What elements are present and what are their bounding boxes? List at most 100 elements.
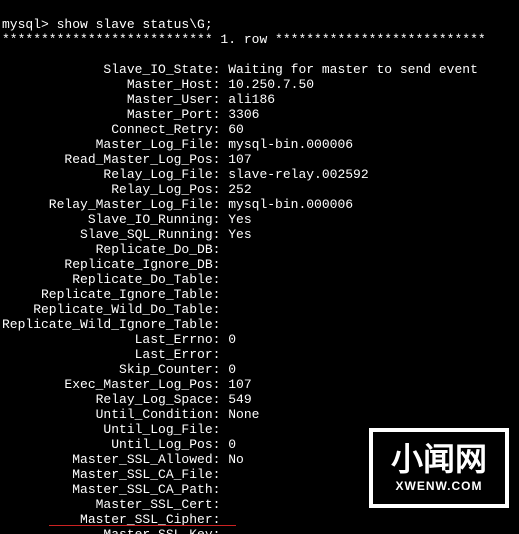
- status-row: Slave_IO_State: Waiting for master to se…: [2, 62, 517, 77]
- field-label: Replicate_Do_Table: [2, 272, 213, 287]
- field-label: Master_User: [2, 92, 213, 107]
- field-label: Last_Errno: [2, 332, 213, 347]
- field-separator: :: [213, 272, 229, 287]
- field-value: 3306: [228, 107, 259, 122]
- field-separator: :: [213, 452, 229, 467]
- field-label: Slave_IO_Running: [2, 212, 213, 227]
- field-separator: :: [213, 332, 229, 347]
- field-label: Replicate_Do_DB: [2, 242, 213, 257]
- field-separator: :: [213, 302, 229, 317]
- status-row: Master_Host: 10.250.7.50: [2, 77, 517, 92]
- row-header: *************************** 1. row *****…: [2, 32, 517, 47]
- field-separator: :: [213, 62, 229, 77]
- status-row: Connect_Retry: 60: [2, 122, 517, 137]
- field-label: Master_Port: [2, 107, 213, 122]
- field-value: 0: [228, 362, 236, 377]
- status-row: Master_Port: 3306: [2, 107, 517, 122]
- status-row: Exec_Master_Log_Pos: 107: [2, 377, 517, 392]
- field-label: Relay_Master_Log_File: [2, 197, 213, 212]
- field-value: 0: [228, 332, 236, 347]
- highlight-underline: [49, 525, 236, 526]
- field-label: Relay_Log_Space: [2, 392, 213, 407]
- status-row: Skip_Counter: 0: [2, 362, 517, 377]
- field-label: Master_SSL_CA_Path: [2, 482, 213, 497]
- field-value: slave-relay.002592: [228, 167, 368, 182]
- field-separator: :: [213, 77, 229, 92]
- field-label: Master_Log_File: [2, 137, 213, 152]
- field-value: 252: [228, 182, 251, 197]
- field-value: Yes: [228, 212, 251, 227]
- field-separator: :: [213, 242, 229, 257]
- status-row: Replicate_Wild_Do_Table:: [2, 302, 517, 317]
- field-label: Last_Error: [2, 347, 213, 362]
- field-value: ali186: [228, 92, 275, 107]
- watermark-badge: 小闻网 XWENW.COM: [369, 428, 509, 508]
- mysql-prompt-line: mysql> show slave status\G;: [2, 17, 213, 32]
- field-separator: :: [213, 182, 229, 197]
- field-separator: :: [213, 287, 229, 302]
- status-row: Slave_IO_Running: Yes: [2, 212, 517, 227]
- status-row: Replicate_Do_Table:: [2, 272, 517, 287]
- status-row: Replicate_Ignore_DB:: [2, 257, 517, 272]
- field-label: Slave_SQL_Running: [2, 227, 213, 242]
- field-separator: :: [213, 527, 229, 534]
- watermark-text-big: 小闻网: [391, 443, 487, 475]
- status-row: Master_SSL_Key:: [2, 527, 517, 534]
- field-separator: :: [213, 377, 229, 392]
- field-value: No: [228, 452, 244, 467]
- field-label: Slave_IO_State: [2, 62, 213, 77]
- field-value: 0: [228, 437, 236, 452]
- field-label: Read_Master_Log_Pos: [2, 152, 213, 167]
- status-row: Replicate_Ignore_Table:: [2, 287, 517, 302]
- field-label: Master_SSL_Key: [2, 527, 213, 534]
- field-separator: :: [213, 122, 229, 137]
- field-value: Waiting for master to send event: [228, 62, 478, 77]
- field-value: 10.250.7.50: [228, 77, 314, 92]
- field-value: None: [228, 407, 259, 422]
- status-row: Replicate_Wild_Ignore_Table:: [2, 317, 517, 332]
- field-separator: :: [213, 317, 229, 332]
- field-separator: :: [213, 497, 229, 512]
- field-separator: :: [213, 437, 229, 452]
- field-value: Yes: [228, 227, 251, 242]
- field-separator: :: [213, 152, 229, 167]
- status-row: Relay_Log_File: slave-relay.002592: [2, 167, 517, 182]
- status-row: Replicate_Do_DB:: [2, 242, 517, 257]
- status-row: Read_Master_Log_Pos: 107: [2, 152, 517, 167]
- field-separator: :: [213, 467, 229, 482]
- field-separator: :: [213, 212, 229, 227]
- field-label: Master_SSL_Cert: [2, 497, 213, 512]
- field-label: Master_SSL_CA_File: [2, 467, 213, 482]
- field-separator: :: [213, 422, 229, 437]
- field-separator: :: [213, 197, 229, 212]
- status-row: Relay_Log_Pos: 252: [2, 182, 517, 197]
- field-separator: :: [213, 137, 229, 152]
- field-separator: :: [213, 107, 229, 122]
- field-label: Replicate_Wild_Ignore_Table: [2, 317, 213, 332]
- field-value: 60: [228, 122, 244, 137]
- status-row: Last_Errno: 0: [2, 332, 517, 347]
- field-separator: :: [213, 227, 229, 242]
- field-label: Replicate_Wild_Do_Table: [2, 302, 213, 317]
- field-separator: :: [213, 92, 229, 107]
- status-row: Relay_Master_Log_File: mysql-bin.000006: [2, 197, 517, 212]
- status-row: Slave_SQL_Running: Yes: [2, 227, 517, 242]
- field-value: mysql-bin.000006: [228, 137, 353, 152]
- field-separator: :: [213, 347, 229, 362]
- field-label: Exec_Master_Log_Pos: [2, 377, 213, 392]
- status-row: Master_User: ali186: [2, 92, 517, 107]
- field-value: 107: [228, 377, 251, 392]
- field-value: 549: [228, 392, 251, 407]
- field-label: Replicate_Ignore_Table: [2, 287, 213, 302]
- status-row: Last_Error:: [2, 347, 517, 362]
- status-row: Master_Log_File: mysql-bin.000006: [2, 137, 517, 152]
- field-label: Replicate_Ignore_DB: [2, 257, 213, 272]
- watermark-text-small: XWENW.COM: [396, 479, 483, 494]
- field-label: Relay_Log_File: [2, 167, 213, 182]
- field-label: Until_Log_File: [2, 422, 213, 437]
- field-separator: :: [213, 362, 229, 377]
- field-label: Skip_Counter: [2, 362, 213, 377]
- field-label: Relay_Log_Pos: [2, 182, 213, 197]
- field-separator: :: [213, 167, 229, 182]
- field-value: mysql-bin.000006: [228, 197, 353, 212]
